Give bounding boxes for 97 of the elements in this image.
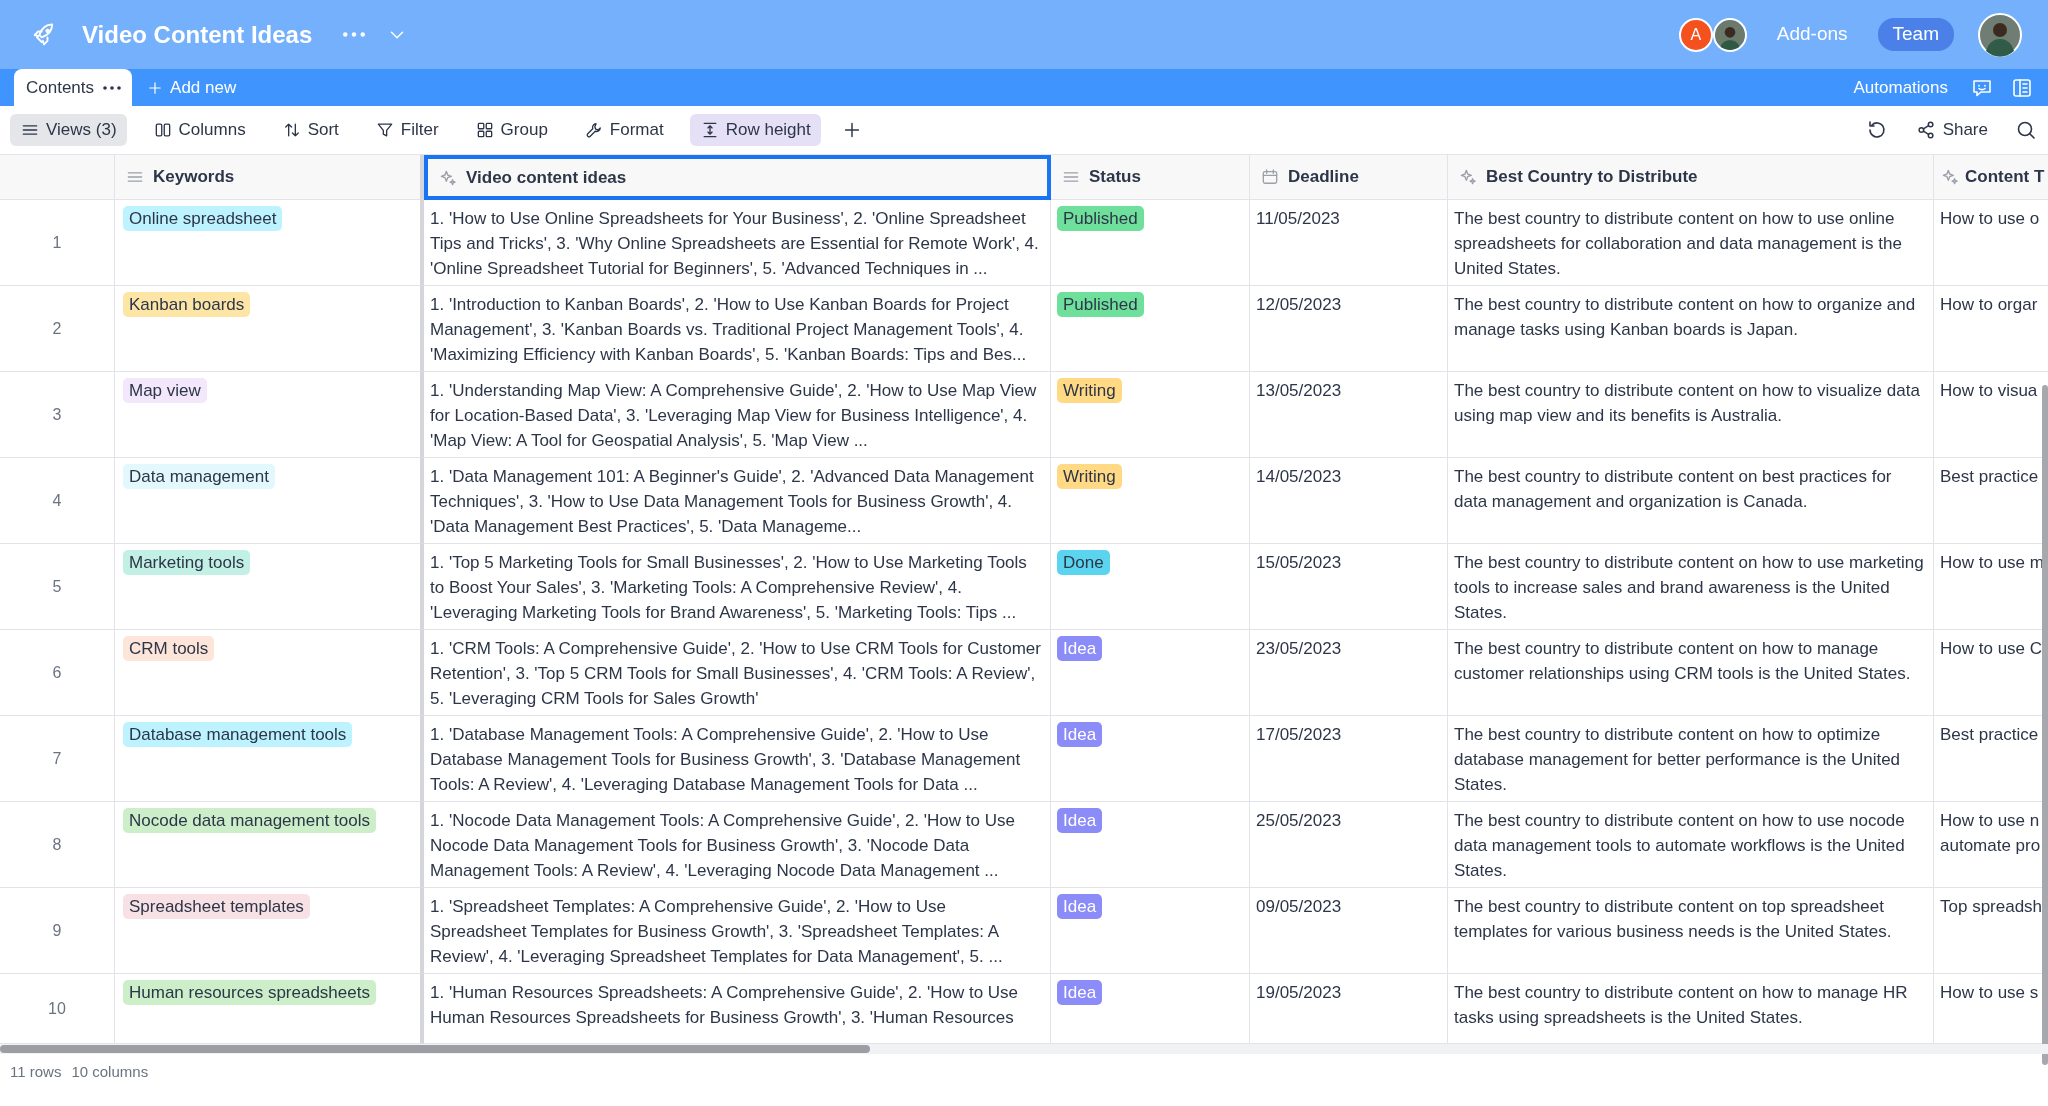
table-cell-text: The best country to distribute content on how to use online spreadsheets for collaboration and data management is the United States. (1454, 208, 1903, 280)
table-cell-text: 1. 'Spreadsheet Templates: A Comprehensive Guide', 2. 'How to Use Spreadsheet Templates for Business Growth', 3. 'Spreadsheet Templates: A Review', 4. 'Leveraging Spreadsheet Templates for Data Management', 5. ... (430, 896, 1004, 968)
status-tag: Writing (1057, 378, 1122, 403)
table-cell: 11/05/2023 (1256, 209, 1340, 228)
sparkle-icon (1458, 167, 1478, 187)
column-count: 10 columns (71, 1061, 149, 1082)
keyword-tag: Map view (123, 378, 207, 403)
table-cell: 12/05/2023 (1256, 295, 1342, 314)
column-header[interactable]: Keywords (115, 155, 424, 200)
column-header[interactable]: Deadline (1250, 155, 1448, 200)
table-cell: 14/05/2023 (1256, 467, 1342, 486)
table-cell-text: The best country to distribute content on how to manage HR tasks using spreadsheets is the United States. (1454, 982, 1909, 1029)
table-cell-text: The best country to distribute content on how to use nocode data management tools to automate workflows is the United States. (1454, 810, 1906, 882)
table-cell-text: 1. 'Data Management 101: A Beginner's Guide', 2. 'Advanced Data Management Techniques', 3. 'How to Use Data Management Tools for Business Growth', 4. 'Data Management Best Practices', 5. 'Data Manageme... (430, 466, 1035, 538)
keyword-tag: Marketing tools (123, 550, 251, 575)
table-cell: 09/05/2023 (1256, 897, 1342, 916)
table-cell-text: How to use C (1940, 638, 2044, 660)
app-title: Video Content Ideas (82, 19, 313, 50)
table-cell-text: The best country to distribute content on how to use marketing tools to increase sales and brand awareness is the United States. (1454, 552, 1925, 624)
tab[interactable]: Contents (14, 69, 133, 106)
status-tag: Idea (1057, 808, 1103, 833)
keyword-tag: Online spreadsheet (123, 206, 283, 231)
avatar[interactable] (1712, 17, 1747, 52)
keyword-tag: Human resources spreadsheets (123, 980, 376, 1005)
table-cell-text: How to use o (1940, 208, 2041, 230)
status-tag: Published (1057, 292, 1144, 317)
row-number: 5 (0, 544, 115, 630)
status-tag: Idea (1057, 980, 1103, 1005)
table-cell-text: 1. 'Understanding Map View: A Comprehensive Guide', 2. 'How to Use Map View for Location-Based Data', 3. 'Leveraging Map View for Business Intelligence', 4. 'Map View: A Tool for Geospatial Analysis', 5. 'Map View ... (430, 380, 1038, 452)
status-tag: Done (1057, 550, 1110, 575)
user-avatar[interactable] (1978, 12, 2022, 57)
table-cell-text: Best practice (1940, 724, 2040, 746)
toolbar-button[interactable]: Sort (271, 114, 349, 146)
row-number: 8 (0, 802, 115, 888)
column-header[interactable]: Video content ideas (424, 155, 1051, 200)
toolbar-button[interactable]: Row height (689, 114, 821, 146)
table-cell-text: 1. 'Database Management Tools: A Comprehensive Guide', 2. 'How to Use Database Management Tools for Business Growth', 3. 'Database Management Tools: A Review', 4. 'Leveraging Database Management Tools for Data ... (430, 724, 1022, 796)
table-cell-text: The best country to distribute content on best practices for data management and organization is Canada. (1454, 466, 1893, 513)
toolbar-button[interactable]: Group (464, 114, 558, 146)
table-cell-text: 1. 'Human Resources Spreadsheets: A Comprehensive Guide', 2. 'How to Use Human Resources Spreadsheets for Business Growth', 3. 'Human Resources (430, 982, 1020, 1029)
row-number: 4 (0, 458, 115, 544)
keyword-tag: Spreadsheet templates (123, 894, 310, 919)
more-icon (342, 32, 367, 37)
calendar-icon (1260, 167, 1280, 187)
table-cell: 19/05/2023 (1256, 983, 1342, 1002)
table-cell-text: The best country to distribute content on how to visualize data using map view and its benefits is Australia. (1454, 380, 1921, 427)
team-button[interactable]: Team (1877, 18, 1954, 51)
status-tag: Idea (1057, 636, 1103, 661)
tab-label[interactable]: Contents (26, 74, 95, 101)
row-number: 6 (0, 630, 115, 716)
table-cell-text: How to use n automate pro (1940, 810, 2042, 857)
row-number: 2 (0, 286, 115, 372)
table-cell: 25/05/2023 (1256, 811, 1342, 830)
table-cell-text: 1. 'Nocode Data Management Tools: A Comprehensive Guide', 2. 'How to Use Nocode Data Management Tools for Business Growth', 3. 'Nocode Data Management Tools: A Review', 4. 'Leveraging Nocode Data Management ... (430, 810, 1016, 882)
status-tag: Writing (1057, 464, 1122, 489)
row-number: 1 (0, 200, 115, 286)
table-cell-text: How to use s (1940, 982, 2040, 1004)
table-cell: 23/05/2023 (1256, 639, 1342, 658)
scrollbar[interactable] (0, 1045, 870, 1053)
table-cell-text: 1. 'Top 5 Marketing Tools for Small Businesses', 2. 'How to Use Marketing Tools to Boost Your Sales', 3. 'Marketing Tools: A Comprehensive Review', 4. 'Leveraging Marketing Tools for Brand Awareness', 5. 'Marketing Tools: Tips ... (430, 552, 1028, 624)
table-cell-text: 1. 'How to Use Online Spreadsheets for Your Business', 2. 'Online Spreadsheet Tips and Tricks', 3. 'Why Online Spreadsheets are Essential for Remote Work', 4. 'Online Spreadsheet Tutorial for Beginners', 5. 'Advanced Techniques in ... (430, 208, 1040, 280)
column-header[interactable]: Status (1051, 155, 1250, 200)
table-cell-text: Best practice (1940, 466, 2040, 488)
table-cell-text: 1. 'Introduction to Kanban Boards', 2. 'How to Use Kanban Boards for Project Management', 3. 'Kanban Boards vs. Traditional Project Management Tools', 4. 'Maximizing Efficiency with Kanban Boards', 5. 'Kanban Boards: Tips and Bes... (430, 294, 1028, 366)
status-tag: Published (1057, 206, 1144, 231)
row-number: 9 (0, 888, 115, 974)
table-cell: 13/05/2023 (1256, 381, 1342, 400)
table-cell: 17/05/2023 (1256, 725, 1342, 744)
table-cell-text: Top spreadsh (1940, 896, 2044, 918)
row-count: 11 rows (10, 1061, 62, 1082)
keyword-tag: Data management (123, 464, 275, 489)
keyword-tag: CRM tools (123, 636, 215, 661)
column-header[interactable]: Best Country to Distribute (1448, 155, 1934, 200)
toolbar-button[interactable]: Views (3) (10, 114, 127, 146)
table-cell-text: The best country to distribute content on how to organize and manage tasks using Kanban boards is Japan. (1454, 294, 1917, 341)
toolbar-button[interactable]: Columns (142, 114, 256, 146)
toolbar-button[interactable]: Format (573, 114, 674, 146)
keyword-tag: Database management tools (123, 722, 353, 747)
status-tag: Idea (1057, 722, 1103, 747)
table-cell-text: 1. 'CRM Tools: A Comprehensive Guide', 2. 'How to Use CRM Tools for Customer Retention', 3. 'Top 5 CRM Tools for Small Businesses', 4. 'CRM Tools: A Review', 5. 'Leveraging CRM Tools for Sales Growth' (430, 638, 1042, 710)
table-cell-text: The best country to distribute content on top spreadsheet templates for various business needs is the United States. (1454, 896, 1893, 943)
keyword-tag: Nocode data management tools (123, 808, 376, 833)
table-cell-text: The best country to distribute content on how to manage customer relationships using CRM tools is the United States. (1454, 638, 1912, 685)
share-button[interactable]: Share (1904, 114, 1998, 146)
row-number: 7 (0, 716, 115, 802)
more-icon[interactable] (102, 85, 123, 90)
row-number: 3 (0, 372, 115, 458)
scrollbar[interactable] (2042, 385, 2048, 1065)
column-header[interactable]: Content T (1934, 155, 2048, 200)
keyword-tag: Kanban boards (123, 292, 251, 317)
toolbar-button[interactable]: Filter (364, 114, 449, 146)
table-cell-text: The best country to distribute content on how to optimize database management for better performance is the United States. (1454, 724, 1902, 796)
status-tag: Idea (1057, 894, 1103, 919)
sparkle-icon (1940, 167, 1960, 187)
table-cell-text: How to orgar (1940, 294, 2039, 316)
table-cell: 15/05/2023 (1256, 553, 1342, 572)
table-cell-text: How to visua (1940, 380, 2039, 402)
